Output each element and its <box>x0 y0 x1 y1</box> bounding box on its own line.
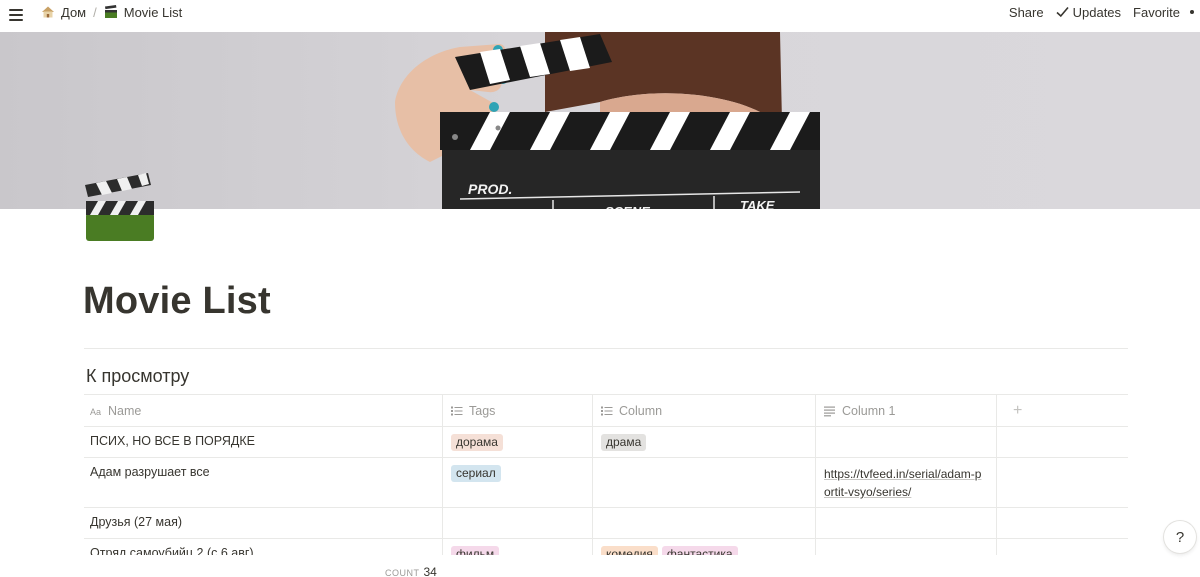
favorite-button[interactable]: Favorite <box>1127 5 1186 20</box>
column-header-column-1[interactable]: Column 1 <box>816 395 997 426</box>
text-property-icon: Aa <box>90 407 101 417</box>
help-icon: ? <box>1175 528 1185 546</box>
tag-badge: дорама <box>451 434 503 451</box>
text-lines-property-icon <box>824 406 835 416</box>
empty-cell <box>997 427 1128 457</box>
count-value: 34 <box>423 565 437 577</box>
column-1-cell[interactable]: https://tvfeed.in/serial/adam-portit-vsy… <box>816 458 997 507</box>
clapperboard-icon <box>85 173 154 241</box>
column-cell[interactable] <box>593 508 816 538</box>
column-1-cell[interactable] <box>816 427 997 457</box>
tag-badge: драма <box>601 434 647 451</box>
divider <box>84 348 1128 349</box>
page-cover-image: PROD. TAKE SCENE <box>0 32 1200 209</box>
updates-label: Updates <box>1072 4 1122 20</box>
updates-button[interactable]: Updates <box>1050 5 1127 20</box>
favorite-label: Favorite <box>1133 4 1180 20</box>
cover-photo-clapperboard: PROD. TAKE SCENE <box>0 32 1200 209</box>
tags-cell[interactable]: дорама <box>443 427 593 457</box>
empty-cell <box>997 508 1128 538</box>
database-title[interactable]: К просмотру <box>86 366 189 387</box>
help-button[interactable]: ? <box>1164 521 1196 553</box>
url-link[interactable]: https://tvfeed.in/serial/adam-portit-vsy… <box>824 467 981 499</box>
share-button[interactable]: Share <box>1003 5 1050 20</box>
column-header-tags[interactable]: Tags <box>443 395 593 426</box>
sidebar-menu-icon[interactable] <box>7 6 25 24</box>
row-name: Друзья (27 мая) <box>90 515 183 529</box>
column-header-label: Column <box>619 403 663 418</box>
add-column-plus-icon[interactable]: + <box>1005 402 1022 420</box>
row-name: ПСИХ, НО ВСЕ В ПОРЯДКЕ <box>90 434 255 448</box>
table-row[interactable]: Друзья (27 мая) <box>84 507 1128 538</box>
page-title[interactable]: Movie List <box>83 280 271 323</box>
list-property-icon <box>451 406 463 415</box>
house-icon <box>42 6 54 18</box>
column-1-cell[interactable] <box>816 508 997 538</box>
column-cell[interactable]: драма <box>593 427 816 457</box>
more-options-button[interactable] <box>1186 10 1200 14</box>
name-cell[interactable]: ПСИХ, НО ВСЕ В ПОРЯДКЕ <box>84 427 443 457</box>
name-cell[interactable]: Адам разрушает все <box>84 458 443 507</box>
top-actions: Share Updates Favorite <box>1003 0 1200 24</box>
svg-text:TAKE: TAKE <box>740 198 775 209</box>
tag-badge: сериал <box>451 465 501 482</box>
database-table: Aa Name Tags Column Column 1 + ПСИХ, НО … <box>84 394 1128 569</box>
svg-text:PROD.: PROD. <box>468 181 512 197</box>
share-label: Share <box>1008 4 1044 20</box>
checkmark-icon <box>1056 6 1069 18</box>
column-header-label: Tags <box>469 403 496 418</box>
table-header-row: Aa Name Tags Column Column 1 + <box>84 394 1128 426</box>
tags-cell[interactable] <box>443 508 593 538</box>
breadcrumb-page-label: Movie List <box>123 4 183 20</box>
page-icon-clapperboard[interactable] <box>84 171 156 243</box>
clapperboard-icon <box>104 5 117 18</box>
column-header-label: Column 1 <box>842 403 896 418</box>
empty-cell <box>997 458 1128 507</box>
add-column-cell: + <box>997 395 1128 426</box>
breadcrumb-separator: / <box>93 4 97 20</box>
column-header-column[interactable]: Column <box>593 395 816 426</box>
column-cell[interactable] <box>593 458 816 507</box>
count-footer[interactable]: COUNT 34 <box>385 565 437 577</box>
more-dots-icon <box>1190 10 1194 14</box>
breadcrumb-current-page[interactable]: Movie List <box>101 3 186 22</box>
column-header-name[interactable]: Aa Name <box>84 395 443 426</box>
name-cell[interactable]: Друзья (27 мая) <box>84 508 443 538</box>
table-footer <box>0 555 1200 577</box>
breadcrumb: Дом / Movie List <box>38 0 185 24</box>
list-property-icon <box>601 406 613 415</box>
row-name: Адам разрушает все <box>90 465 210 479</box>
top-bar: Дом / Movie List Share Updates Favorite <box>0 0 1200 32</box>
table-row[interactable]: Адам разрушает все сериал https://tvfeed… <box>84 457 1128 507</box>
breadcrumb-home-label: Дом <box>61 4 87 20</box>
column-header-label: Name <box>108 403 142 418</box>
table-row[interactable]: ПСИХ, НО ВСЕ В ПОРЯДКЕ дорама драма <box>84 426 1128 457</box>
count-label: COUNT <box>385 568 420 577</box>
svg-text:Aa: Aa <box>90 407 101 417</box>
svg-text:SCENE: SCENE <box>605 204 650 209</box>
tags-cell[interactable]: сериал <box>443 458 593 507</box>
breadcrumb-home[interactable]: Дом <box>38 3 89 22</box>
